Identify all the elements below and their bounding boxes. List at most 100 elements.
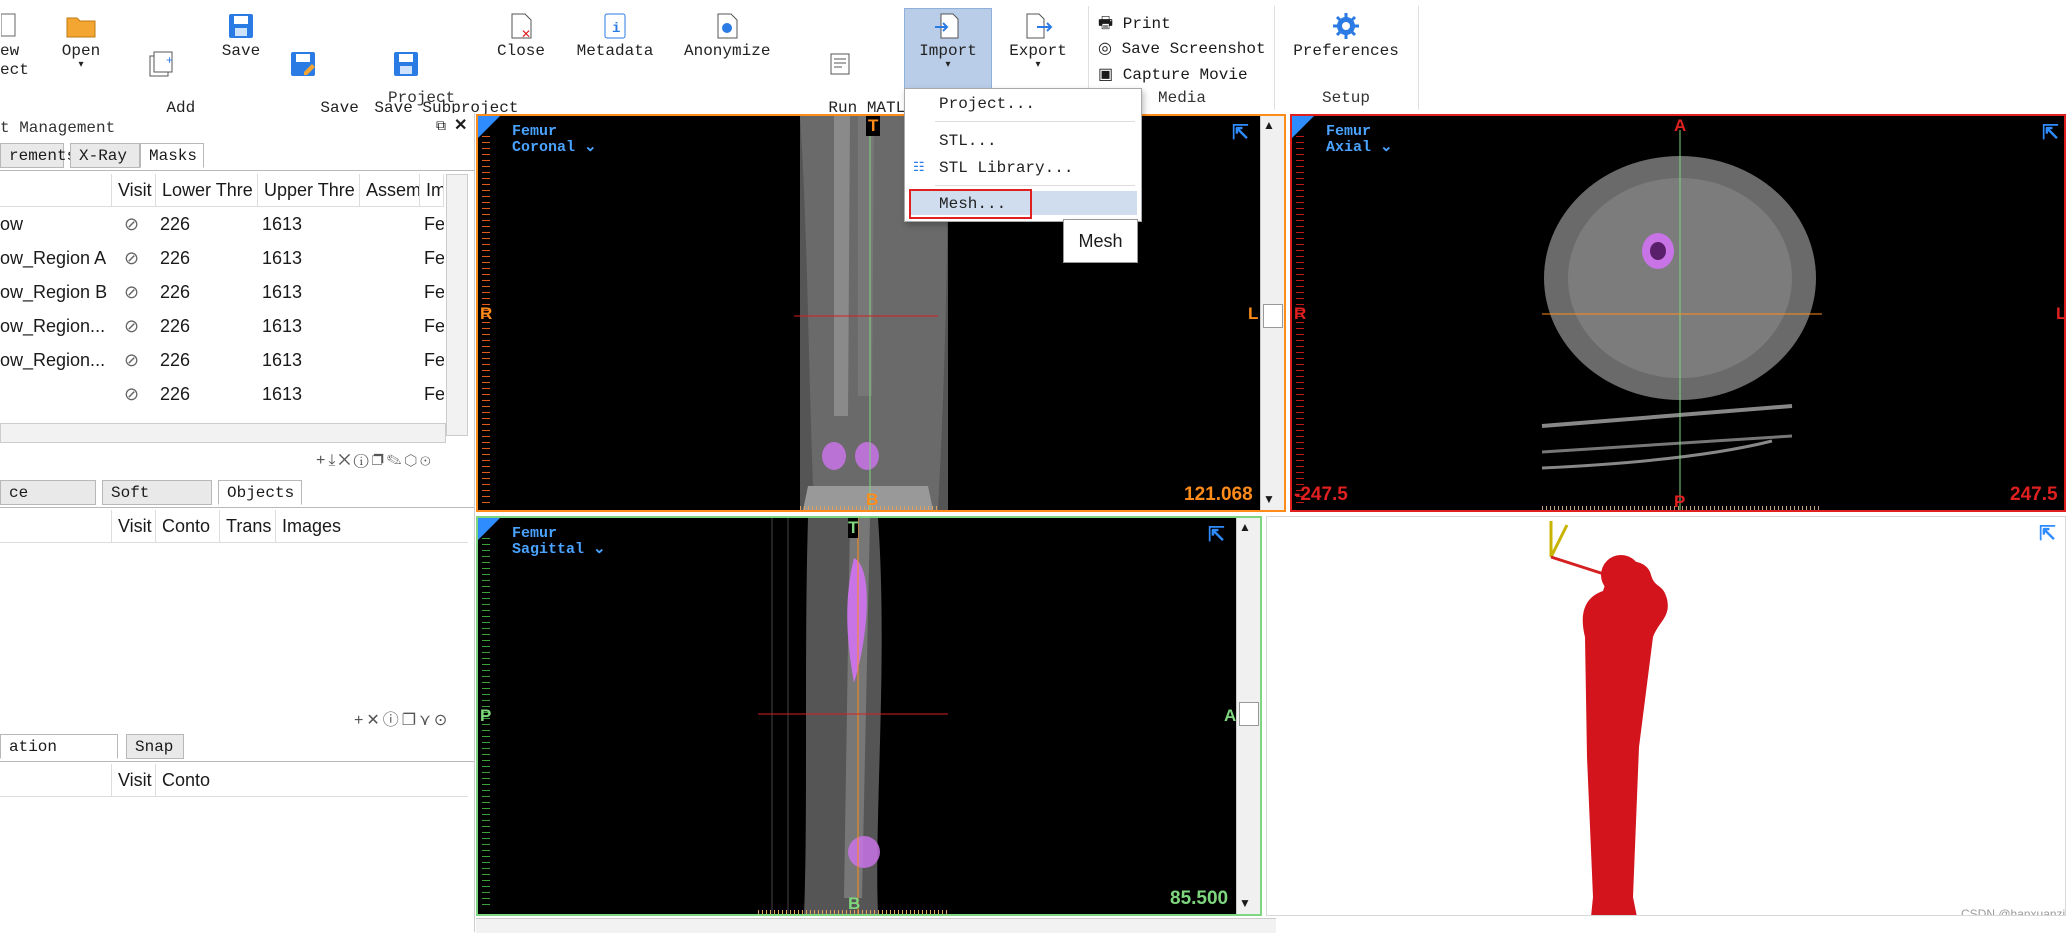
tab-analysis-objects[interactable]: ation Objects <box>0 734 118 781</box>
coronal-viewport[interactable]: Femur Coronal ⌄ T B R L ⇱ 121.068 ▲ ▼ <box>476 114 1286 512</box>
more-icon[interactable]: ⊙ <box>420 452 433 469</box>
eye-hidden-icon[interactable]: ⊘ <box>124 377 139 411</box>
col-visible[interactable]: Visit <box>112 764 156 796</box>
copy-icon[interactable]: ❐ <box>402 712 419 729</box>
table-row[interactable]: ow ⊘ 226 1613 Fe <box>0 207 444 241</box>
table-row[interactable]: ⊘ 226 1613 Fe <box>0 377 444 411</box>
table-row[interactable]: ow_Region A ⊘ 226 1613 Fe <box>0 241 444 275</box>
objects-actions-toolbar: +✕ⓘ❐⋎⊙ <box>354 706 450 730</box>
col-assembly[interactable]: Assem <box>360 174 420 206</box>
tab-masks[interactable]: Masks <box>140 143 204 168</box>
script-icon <box>830 53 850 75</box>
tab-measurements[interactable]: rements <box>0 143 76 168</box>
col-lower-threshold[interactable]: Lower Thre <box>156 174 258 206</box>
col-images[interactable]: Images <box>276 510 366 542</box>
svg-text:+: + <box>166 54 173 68</box>
col-visible[interactable]: Visit <box>112 510 156 542</box>
eye-hidden-icon[interactable]: ⊘ <box>124 241 139 275</box>
col-name[interactable] <box>0 764 112 796</box>
save-button[interactable]: Save <box>220 8 262 61</box>
download-icon[interactable]: ⤓ <box>328 452 338 469</box>
metadata-button[interactable]: i Metadata <box>574 8 656 61</box>
save-screenshot-button[interactable]: ◎ Save Screenshot <box>1098 38 1266 58</box>
eye-hidden-icon[interactable]: ⊘ <box>124 343 139 377</box>
maximize-icon[interactable]: ⇱ <box>2039 521 2056 546</box>
svg-text:✕: ✕ <box>521 28 531 40</box>
import-label: Import <box>919 42 977 60</box>
orientation-right: L <box>2056 304 2066 323</box>
scroll-down-icon[interactable]: ▼ <box>1239 896 1251 910</box>
folder-icon <box>66 17 96 38</box>
menu-item-stl-library[interactable]: STL Library... <box>939 159 1073 177</box>
lower-threshold: 226 <box>160 316 191 336</box>
table-row[interactable]: ow_Region... ⊘ 226 1613 Fe <box>0 343 444 377</box>
delete-icon[interactable]: ✕ <box>366 712 382 729</box>
more-icon[interactable]: ⊙ <box>434 712 450 729</box>
print-button[interactable]: 🖶 Print <box>1098 12 1171 39</box>
tab-surface-objects[interactable]: ce Objects <box>0 480 96 527</box>
slider-thumb[interactable] <box>1239 702 1259 726</box>
tab-xray[interactable]: X-Ray <box>70 143 140 168</box>
delete-icon[interactable]: ✕ <box>338 452 353 469</box>
menu-item-mesh[interactable]: Mesh... <box>939 195 1006 213</box>
col-visible[interactable]: Visit <box>112 174 156 206</box>
menu-item-stl[interactable]: STL... <box>939 132 997 150</box>
col-transparency[interactable]: Trans <box>220 510 276 542</box>
col-contour[interactable]: Conto <box>156 510 220 542</box>
preferences-button[interactable]: Preferences <box>1290 8 1402 61</box>
export-button[interactable]: Export ▾ <box>1000 8 1076 71</box>
coronal-slice-slider[interactable]: ▲ ▼ <box>1260 116 1284 510</box>
scroll-up-icon[interactable]: ▲ <box>1263 118 1275 132</box>
orientation-left: R <box>1294 304 1307 323</box>
sagittal-viewport[interactable]: Femur Sagittal ⌄ T B P A ⇱ 85.500 ▲ ▼ <box>476 516 1262 916</box>
camera-icon: ◎ <box>1098 40 1112 58</box>
filter-icon[interactable]: ⋎ <box>419 712 434 729</box>
col-contour[interactable]: Conto <box>156 764 468 796</box>
axial-range-min: -247.5 <box>1294 484 1348 505</box>
upper-threshold: 1613 <box>262 248 303 268</box>
col-name[interactable] <box>0 510 112 542</box>
table-row[interactable]: ow_Region... ⊘ 226 1613 Fe <box>0 309 444 343</box>
eye-hidden-icon[interactable]: ⊘ <box>124 207 139 241</box>
table-row[interactable]: ow_Region B ⊘ 226 1613 Fe <box>0 275 444 309</box>
add-icon[interactable]: + <box>354 712 366 729</box>
close-icon[interactable]: ✕ <box>454 115 467 135</box>
upper-threshold: 1613 <box>262 384 303 404</box>
tab-objects[interactable]: Objects <box>218 480 302 505</box>
eye-hidden-icon[interactable]: ⊘ <box>124 275 139 309</box>
col-name[interactable] <box>0 174 112 206</box>
chevron-down-icon: ▾ <box>1035 60 1041 71</box>
open-button[interactable]: Open ▾ <box>56 8 106 71</box>
menu-item-project[interactable]: Project... <box>939 95 1035 113</box>
watermark: CSDN @hanxuanzi <box>1961 907 2066 916</box>
copy-icon[interactable]: ❐ <box>372 452 387 469</box>
capture-movie-button[interactable]: ▣ Capture Movie <box>1098 64 1248 84</box>
sagittal-slice-slider[interactable]: ▲ ▼ <box>1236 518 1260 914</box>
add-icon[interactable]: + <box>316 452 328 469</box>
panel-float-icon[interactable]: ⧉ <box>436 117 446 134</box>
tab-snap[interactable]: Snap <box>126 734 184 759</box>
left-panel: t Management ⧉ ✕ rements X-Ray Masks Vis… <box>0 113 475 932</box>
mask-table-vscroll[interactable] <box>446 174 468 436</box>
col-images[interactable]: Im <box>420 174 444 206</box>
scroll-down-icon[interactable]: ▼ <box>1263 492 1275 506</box>
mask-table-hscroll[interactable] <box>0 423 446 443</box>
cube-icon[interactable]: ⬡ <box>404 452 420 469</box>
col-upper-threshold[interactable]: Upper Thre <box>258 174 360 206</box>
axial-viewport[interactable]: Femur Axial ⌄ A P R L ⇱ -247.5 247.5 <box>1290 114 2066 512</box>
maximize-icon[interactable]: ⇱ <box>2042 120 2059 145</box>
maximize-icon[interactable]: ⇱ <box>1208 522 1225 547</box>
new-project-button[interactable]: ew ect <box>0 8 29 80</box>
tab-soft-tissue[interactable]: Soft tissue <box>102 480 212 527</box>
eye-hidden-icon[interactable]: ⊘ <box>124 309 139 343</box>
info-icon[interactable]: ⓘ <box>383 712 402 729</box>
slider-thumb[interactable] <box>1263 304 1283 328</box>
scroll-up-icon[interactable]: ▲ <box>1239 520 1251 534</box>
3d-viewport[interactable]: ⇱ CSDN @hanxuanzi <box>1266 516 2066 916</box>
info-icon[interactable]: ⓘ <box>354 452 372 469</box>
anonymize-button[interactable]: Anonymize <box>684 8 770 61</box>
paint-icon[interactable]: ✎ <box>387 452 405 469</box>
maximize-icon[interactable]: ⇱ <box>1232 120 1249 145</box>
close-button[interactable]: ✕ Close <box>494 8 548 61</box>
import-button[interactable]: Import ▾ <box>904 8 992 71</box>
